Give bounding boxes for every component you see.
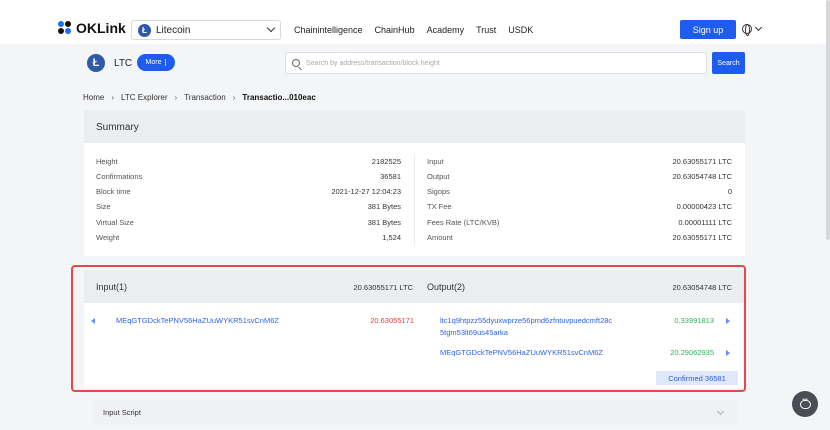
output-amount-2: 20.29062935 xyxy=(670,348,714,357)
oklink-logo[interactable]: OKLink xyxy=(58,20,126,36)
input-script-label: Input Script xyxy=(103,408,141,417)
summary-value-confirmations: 36581 xyxy=(380,172,401,181)
nav-chainintelligence[interactable]: Chainintelligence xyxy=(294,25,363,35)
output-total: 20.63054748 LTC xyxy=(672,283,733,292)
summary-label-block-time: Block time xyxy=(96,187,131,196)
summary-value-fees-rate: 0.00001111 LTC xyxy=(678,218,732,227)
summary-value-height[interactable]: 2182525 xyxy=(372,157,401,166)
nav-trust[interactable]: Trust xyxy=(476,25,496,35)
output-address-link-2[interactable]: MEqGTGDckTePNV56HaZUuWYKR51svCnM6Z xyxy=(440,348,603,357)
io-header xyxy=(84,270,745,303)
nav-academy[interactable]: Academy xyxy=(427,25,465,35)
summary-label-size: Size xyxy=(96,202,111,211)
output-address-link-1[interactable]: ltc1q9htpzz55dyuxwprze56pmd6zfntuvpuedcm… xyxy=(440,316,612,325)
summary-label-tx-fee: TX Fee xyxy=(427,202,452,211)
output-amount-1: 0.33991813 xyxy=(674,316,714,325)
more-separator-icon xyxy=(165,59,167,66)
breadcrumb: Home › LTC Explorer › Transaction › Tran… xyxy=(83,93,316,102)
chain-select[interactable]: Ł Litecoin xyxy=(131,20,281,40)
summary-label-input: Input xyxy=(427,157,444,166)
summary-label-amount: Amount xyxy=(427,233,453,242)
litecoin-icon: Ł xyxy=(138,23,151,37)
breadcrumb-ltc-explorer[interactable]: LTC Explorer xyxy=(121,93,168,102)
search-input[interactable]: Search by address/transaction/block heig… xyxy=(285,52,707,74)
summary-label-confirmations: Confirmations xyxy=(96,172,143,181)
output-address-link-1-cont[interactable]: 5tgm53lt69us45arka xyxy=(440,328,508,337)
breadcrumb-current: Transactio...010eac xyxy=(242,93,316,102)
summary-header xyxy=(84,110,745,143)
chat-support-button[interactable] xyxy=(792,391,818,417)
chat-icon xyxy=(799,397,811,409)
logo-mark-icon xyxy=(58,20,73,36)
summary-label-output: Output xyxy=(427,172,450,181)
summary-value-virtual-size: 381 Bytes xyxy=(367,218,401,227)
output-section-title: Output(2) xyxy=(427,282,466,292)
summary-label-height: Height xyxy=(96,157,118,166)
nav-usdk[interactable]: USDK xyxy=(508,25,533,35)
breadcrumb-home[interactable]: Home xyxy=(83,93,104,102)
input-amount: 20.63055171 xyxy=(370,316,414,325)
breadcrumb-transaction[interactable]: Transaction xyxy=(184,93,226,102)
summary-divider xyxy=(414,155,415,245)
chain-select-label: Litecoin xyxy=(156,24,191,36)
input-arrow-icon[interactable] xyxy=(91,318,95,324)
nav-chainhub[interactable]: ChainHub xyxy=(375,25,415,35)
breadcrumb-chevron-icon: › xyxy=(232,93,236,102)
summary-value-weight: 1,524 xyxy=(382,233,401,242)
confirmed-badge: Confirmed 36581 xyxy=(656,371,738,385)
output-arrow-icon[interactable] xyxy=(726,318,730,324)
input-section-title: Input(1) xyxy=(96,282,128,292)
ltc-coin-icon: Ł xyxy=(87,54,105,72)
logo-text: OKLink xyxy=(76,20,126,36)
page-scrollbar[interactable] xyxy=(826,0,830,240)
breadcrumb-chevron-icon: › xyxy=(111,93,115,102)
summary-value-block-time: 2021-12-27 12:04:23 xyxy=(331,187,401,196)
input-script-panel[interactable] xyxy=(92,400,738,425)
summary-value-size: 381 Bytes xyxy=(367,202,401,211)
output-arrow-icon[interactable] xyxy=(726,350,730,356)
signup-button[interactable]: Sign up xyxy=(680,20,736,39)
search-button[interactable]: Search xyxy=(712,52,745,74)
summary-value-tx-fee: 0.00000423 LTC xyxy=(676,202,732,211)
summary-label-weight: Weight xyxy=(96,233,120,242)
globe-icon[interactable] xyxy=(742,24,752,36)
coin-label: LTC xyxy=(114,58,133,69)
search-icon xyxy=(292,59,300,67)
summary-label-fees-rate: Fees Rate (LTC/KVB) xyxy=(427,218,500,227)
summary-value-output: 20.63054748 LTC xyxy=(672,172,733,181)
chevron-down-icon xyxy=(266,23,276,33)
more-button-label: More xyxy=(145,59,162,66)
summary-value-input: 20.63055171 LTC xyxy=(672,157,733,166)
main-nav: Chainintelligence ChainHub Academy Trust… xyxy=(294,25,533,35)
summary-label-virtual-size: Virtual Size xyxy=(96,218,134,227)
summary-value-amount: 20.63055171 LTC xyxy=(672,233,733,242)
search-placeholder: Search by address/transaction/block heig… xyxy=(306,59,440,67)
summary-label-sigops: Sigops xyxy=(427,187,450,196)
summary-value-sigops: 0 xyxy=(727,187,732,196)
more-button[interactable]: More xyxy=(137,54,175,71)
breadcrumb-chevron-icon: › xyxy=(174,93,178,102)
input-address-link[interactable]: MEqGTGDckTePNV56HaZUuWYKR51svCnM6Z xyxy=(116,316,279,325)
input-total: 20.63055171 LTC xyxy=(353,283,414,292)
summary-title: Summary xyxy=(96,122,139,133)
